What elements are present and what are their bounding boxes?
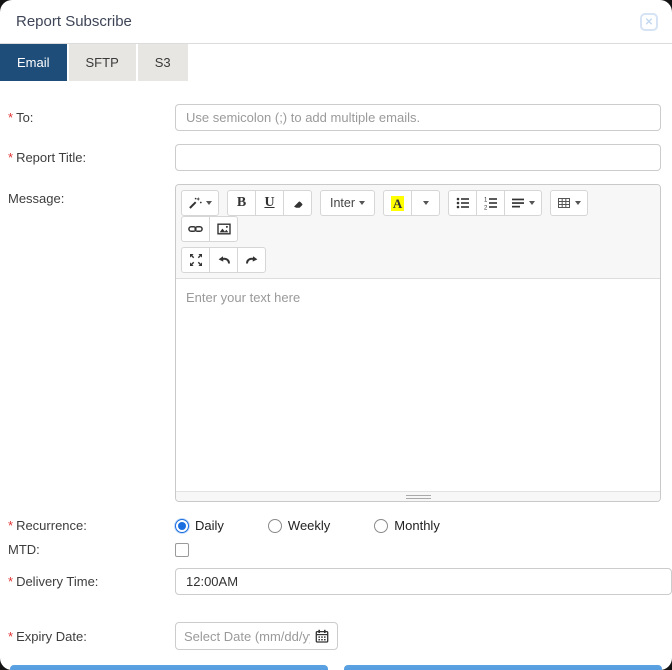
radio-weekly[interactable]: Weekly (268, 518, 330, 533)
font-color-icon: A (391, 196, 404, 211)
rich-text-editor: B U Inter (175, 184, 661, 502)
expiry-date-row: *Expiry Date: (0, 622, 672, 650)
to-label: *To: (8, 110, 175, 125)
ordered-list-icon: 12 (484, 196, 498, 210)
table-dropdown[interactable] (550, 190, 588, 216)
close-icon[interactable]: ✕ (640, 13, 658, 31)
tab-sftp[interactable]: SFTP (69, 44, 136, 81)
delivery-time-input[interactable] (175, 568, 672, 595)
svg-text:1: 1 (484, 197, 488, 203)
to-input[interactable] (175, 104, 661, 131)
required-asterisk: * (8, 574, 13, 589)
undo-icon (217, 253, 231, 267)
radio-button-icon[interactable] (268, 519, 282, 533)
tab-bar: Email SFTP S3 (0, 44, 672, 81)
recurrence-row: *Recurrence: Daily Weekly Monthly (0, 518, 672, 533)
delivery-time-label: *Delivery Time: (8, 574, 175, 589)
tab-s3[interactable]: S3 (138, 44, 188, 81)
to-row: *To: (0, 104, 672, 131)
font-color-dropdown[interactable] (411, 190, 440, 216)
dialog-header: Report Subscribe ✕ (0, 0, 672, 44)
radio-monthly[interactable]: Monthly (374, 518, 440, 533)
required-asterisk: * (8, 629, 13, 644)
chevron-down-icon (206, 201, 212, 205)
clear-format-button[interactable] (283, 190, 312, 216)
dialog-title: Report Subscribe (16, 13, 132, 30)
redo-icon (245, 253, 259, 267)
expiry-date-label: *Expiry Date: (8, 629, 175, 644)
link-icon (188, 222, 203, 236)
style-magic-button[interactable] (181, 190, 219, 216)
paragraph-align-dropdown[interactable] (504, 190, 542, 216)
message-row: Message: B (0, 184, 672, 502)
submit-button[interactable]: Submit (10, 665, 328, 670)
paragraph-align-icon (511, 196, 525, 210)
footer-buttons: Submit Cancel (0, 665, 672, 670)
report-subscribe-dialog: Report Subscribe ✕ Email SFTP S3 *To: *R… (0, 0, 672, 670)
insert-picture-button[interactable] (209, 216, 238, 242)
mtd-row: MTD: (0, 542, 672, 557)
underline-button[interactable]: U (255, 190, 284, 216)
radio-button-icon[interactable] (175, 519, 189, 533)
chevron-down-icon (575, 201, 581, 205)
bold-button[interactable]: B (227, 190, 256, 216)
report-title-input[interactable] (175, 144, 661, 171)
unordered-list-icon (456, 196, 470, 210)
eraser-icon (291, 196, 305, 210)
redo-button[interactable] (237, 247, 266, 273)
editor-resize-handle[interactable] (176, 491, 660, 501)
mtd-checkbox[interactable] (175, 543, 189, 557)
required-asterisk: * (8, 150, 13, 165)
table-icon (557, 196, 571, 210)
delivery-time-row: *Delivery Time: (0, 568, 672, 595)
fullscreen-button[interactable] (181, 247, 210, 273)
required-asterisk: * (8, 110, 13, 125)
insert-link-button[interactable] (181, 216, 210, 242)
report-title-label: *Report Title: (8, 150, 175, 165)
chevron-down-icon (529, 201, 535, 205)
svg-text:2: 2 (484, 205, 488, 210)
message-label: Message: (8, 184, 175, 206)
subscribe-form: *To: *Report Title: Message: (0, 81, 672, 670)
calendar-icon[interactable] (315, 629, 329, 643)
undo-button[interactable] (209, 247, 238, 273)
unordered-list-button[interactable] (448, 190, 477, 216)
fullscreen-icon (189, 253, 203, 267)
report-title-row: *Report Title: (0, 144, 672, 171)
message-placeholder: Enter your text here (186, 290, 300, 305)
font-color-button[interactable]: A (383, 190, 412, 216)
radio-daily[interactable]: Daily (175, 518, 224, 533)
resize-grip-icon (406, 495, 431, 499)
mtd-label: MTD: (8, 542, 175, 557)
picture-icon (217, 222, 231, 236)
editor-toolbar: B U Inter (176, 185, 660, 279)
message-editable-area[interactable]: Enter your text here (176, 279, 660, 491)
expiry-date-input[interactable] (184, 629, 310, 644)
cancel-button[interactable]: Cancel (344, 665, 662, 670)
recurrence-label: *Recurrence: (8, 518, 175, 533)
chevron-down-icon (423, 201, 429, 205)
tab-email[interactable]: Email (0, 44, 67, 81)
magic-icon (188, 196, 202, 210)
recurrence-options: Daily Weekly Monthly (175, 518, 484, 533)
expiry-date-field[interactable] (175, 622, 338, 650)
chevron-down-icon (359, 201, 365, 205)
radio-button-icon[interactable] (374, 519, 388, 533)
required-asterisk: * (8, 518, 13, 533)
ordered-list-button[interactable]: 12 (476, 190, 505, 216)
font-family-dropdown[interactable]: Inter (320, 190, 375, 216)
